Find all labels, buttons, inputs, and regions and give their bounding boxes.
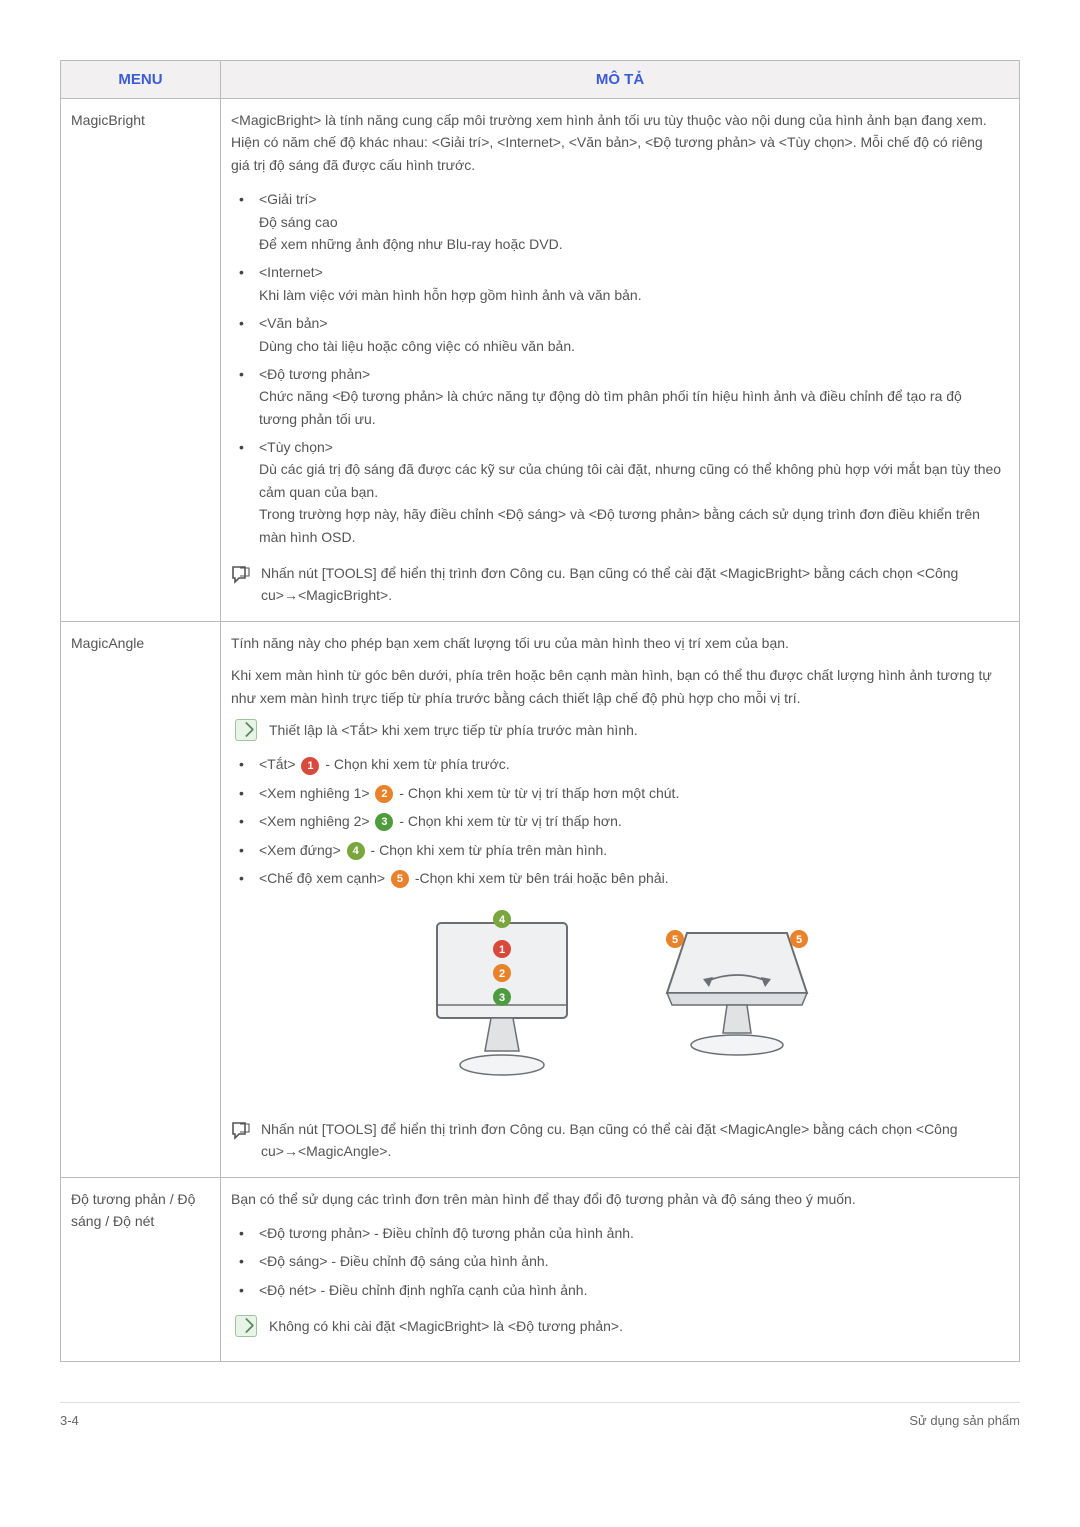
- svg-text:5: 5: [796, 934, 802, 946]
- note-icon: [231, 564, 253, 584]
- num-badge: 1: [301, 757, 319, 775]
- item-line: Dù các giá trị độ sáng đã được các kỹ sư…: [259, 458, 1003, 503]
- table-row: MagicAngle Tính năng này cho phép bạn xe…: [61, 621, 1020, 1177]
- item-line: Dùng cho tài liệu hoặc công việc có nhiề…: [259, 335, 1003, 357]
- num-badge: 4: [347, 842, 365, 860]
- tip-icon: [235, 1315, 257, 1337]
- note-icon: [231, 1120, 253, 1140]
- adjust-list: <Độ tương phản> - Điều chỉnh độ tương ph…: [231, 1220, 1003, 1303]
- list-item: <Giải trí> Độ sáng cao Để xem những ảnh …: [231, 186, 1003, 257]
- row-label: MagicAngle: [61, 621, 221, 1177]
- row-desc: <MagicBright> là tính năng cung cấp môi …: [221, 99, 1020, 622]
- para: Khi xem màn hình từ góc bên dưới, phía t…: [231, 664, 1003, 709]
- list-item: <Chế độ xem cạnh> 5 -Chọn khi xem từ bên…: [231, 865, 1003, 891]
- footer-left: 3-4: [60, 1413, 79, 1428]
- header-menu: MENU: [61, 61, 221, 99]
- list-item: <Độ nét> - Điều chỉnh định nghĩa cạnh củ…: [231, 1277, 1003, 1303]
- list-item: <Độ tương phản> - Điều chỉnh độ tương ph…: [231, 1220, 1003, 1246]
- tip-block: Thiết lập là <Tắt> khi xem trực tiếp từ …: [231, 719, 1003, 741]
- list-item: <Tùy chọn> Dù các giá trị độ sáng đã đượ…: [231, 434, 1003, 550]
- item-line: Khi làm việc với màn hình hỗn hợp gồm hì…: [259, 284, 1003, 306]
- list-item: <Độ sáng> - Điều chỉnh độ sáng của hình …: [231, 1248, 1003, 1274]
- list-item: <Xem nghiêng 2> 3 - Chọn khi xem từ từ v…: [231, 808, 1003, 834]
- mode-pre: <Xem đứng>: [259, 842, 345, 858]
- num-badge: 5: [391, 870, 409, 888]
- header-desc: MÔ TẢ: [221, 61, 1020, 99]
- angle-diagram: 4 1 2 3: [231, 903, 1003, 1099]
- item-line: Trong trường hợp này, hãy điều chỉnh <Độ…: [259, 503, 1003, 548]
- note-block: Nhấn nút [TOOLS] để hiển thị trình đơn C…: [231, 1118, 1003, 1163]
- tip-text: Thiết lập là <Tắt> khi xem trực tiếp từ …: [269, 722, 638, 738]
- settings-table: MENU MÔ TẢ MagicBright <MagicBright> là …: [60, 60, 1020, 1362]
- svg-text:4: 4: [499, 914, 506, 926]
- svg-text:1: 1: [499, 944, 505, 956]
- note-block: Nhấn nút [TOOLS] để hiển thị trình đơn C…: [231, 562, 1003, 607]
- intro-text: Bạn có thể sử dụng các trình đơn trên mà…: [231, 1188, 1003, 1210]
- mode-pre: <Xem nghiêng 1>: [259, 785, 373, 801]
- mode-post: - Chọn khi xem từ phía trước.: [321, 756, 509, 772]
- svg-text:3: 3: [499, 992, 505, 1004]
- mode-pre: <Chế độ xem cạnh>: [259, 870, 389, 886]
- tip-icon: [235, 719, 257, 741]
- table-row: Độ tương phản / Độ sáng / Độ nét Bạn có …: [61, 1177, 1020, 1362]
- mode-post: - Chọn khi xem từ từ vị trí thấp hơn một…: [395, 785, 679, 801]
- mode-post: -Chọn khi xem từ bên trái hoặc bên phải.: [411, 870, 669, 886]
- table-row: MagicBright <MagicBright> là tính năng c…: [61, 99, 1020, 622]
- item-title: <Giải trí>: [259, 191, 317, 207]
- list-item: <Xem nghiêng 1> 2 - Chọn khi xem từ từ v…: [231, 780, 1003, 806]
- item-line: Chức năng <Độ tương phản> là chức năng t…: [259, 385, 1003, 430]
- mode-list: <Tắt> 1 - Chọn khi xem từ phía trước. <X…: [231, 751, 1003, 891]
- footer-right: Sử dụng sản phẩm: [909, 1413, 1020, 1428]
- mode-post: - Chọn khi xem từ từ vị trí thấp hơn.: [395, 813, 621, 829]
- tip-text: Không có khi cài đặt <MagicBright> là <Đ…: [269, 1318, 623, 1334]
- num-badge: 2: [375, 785, 393, 803]
- row-desc: Tính năng này cho phép bạn xem chất lượn…: [221, 621, 1020, 1177]
- svg-text:2: 2: [499, 968, 505, 980]
- item-title: <Độ tương phản>: [259, 366, 370, 382]
- item-title: <Văn bản>: [259, 315, 328, 331]
- list-item: <Văn bản> Dùng cho tài liệu hoặc công vi…: [231, 310, 1003, 359]
- mode-pre: <Xem nghiêng 2>: [259, 813, 373, 829]
- intro-text: <MagicBright> là tính năng cung cấp môi …: [231, 109, 1003, 176]
- row-label: Độ tương phản / Độ sáng / Độ nét: [61, 1177, 221, 1362]
- tip-block: Không có khi cài đặt <MagicBright> là <Đ…: [231, 1315, 1003, 1337]
- note-text: Nhấn nút [TOOLS] để hiển thị trình đơn C…: [261, 1121, 958, 1159]
- svg-text:5: 5: [672, 934, 678, 946]
- para: Tính năng này cho phép bạn xem chất lượn…: [231, 632, 1003, 654]
- item-title: <Tùy chọn>: [259, 439, 333, 455]
- item-line: Để xem những ảnh động như Blu-ray hoặc D…: [259, 233, 1003, 255]
- item-line: Độ sáng cao: [259, 211, 1003, 233]
- page-footer: 3-4 Sử dụng sản phẩm: [60, 1402, 1020, 1428]
- row-label: MagicBright: [61, 99, 221, 622]
- list-item: <Tắt> 1 - Chọn khi xem từ phía trước.: [231, 751, 1003, 777]
- list-item: <Internet> Khi làm việc với màn hình hỗn…: [231, 259, 1003, 308]
- note-text: Nhấn nút [TOOLS] để hiển thị trình đơn C…: [261, 565, 958, 603]
- num-badge: 3: [375, 813, 393, 831]
- mode-list: <Giải trí> Độ sáng cao Để xem những ảnh …: [231, 186, 1003, 550]
- item-title: <Internet>: [259, 264, 323, 280]
- list-item: <Độ tương phản> Chức năng <Độ tương phản…: [231, 361, 1003, 432]
- mode-pre: <Tắt>: [259, 756, 299, 772]
- list-item: <Xem đứng> 4 - Chọn khi xem từ phía trên…: [231, 837, 1003, 863]
- mode-post: - Chọn khi xem từ phía trên màn hình.: [367, 842, 608, 858]
- row-desc: Bạn có thể sử dụng các trình đơn trên mà…: [221, 1177, 1020, 1362]
